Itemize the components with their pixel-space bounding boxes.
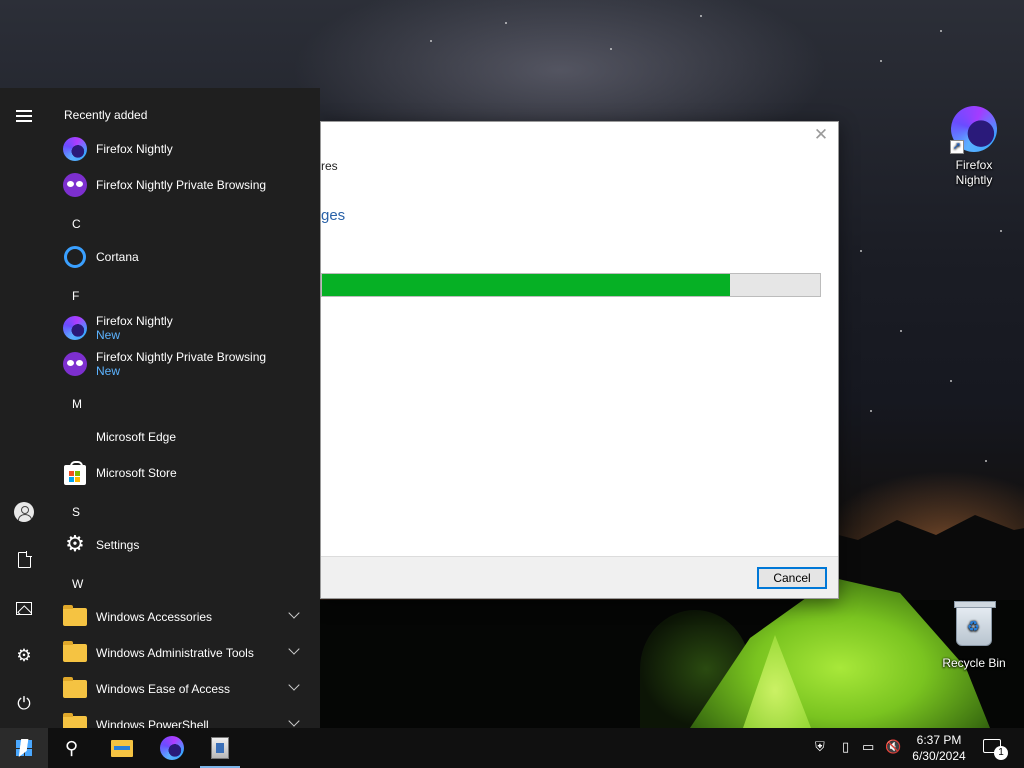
progress-bar-fill — [322, 274, 731, 296]
shortcut-arrow-icon: ➚ — [950, 140, 964, 154]
windows-security-icon[interactable]: ⛨ — [815, 740, 825, 756]
app-item-microsoft-store[interactable]: Microsoft Store — [62, 457, 312, 489]
app-item-label: Firefox Nightly Private Browsing — [96, 350, 267, 364]
group-letter-f[interactable]: F — [72, 289, 79, 303]
app-item-microsoft-edge[interactable]: Microsoft Edge — [62, 421, 312, 453]
documents-icon[interactable] — [0, 540, 48, 580]
firefox-private-icon — [62, 172, 88, 198]
dialog-heading: ges — [321, 207, 346, 224]
chevron-down-icon[interactable] — [288, 643, 300, 655]
firefox-nightly-icon — [62, 315, 88, 341]
recently-added-heading: Recently added — [64, 108, 148, 122]
edge-icon — [62, 424, 88, 450]
group-letter-m[interactable]: M — [72, 397, 82, 411]
app-item-firefox-nightly[interactable]: Firefox Nightly — [62, 133, 312, 165]
group-letter-c[interactable]: C — [72, 217, 81, 231]
app-item-firefox-nightly-private-new[interactable]: Firefox Nightly Private Browsing New — [62, 348, 312, 380]
firefox-nightly-icon — [160, 736, 184, 760]
desktop-icon-firefox-nightly[interactable]: ➚ Firefox Nightly — [934, 106, 1014, 188]
app-item-settings[interactable]: ⚙ Settings — [62, 529, 312, 561]
store-icon — [62, 460, 88, 486]
desktop-icon-label: Recycle Bin — [942, 656, 1006, 670]
start-menu: Recently added Firefox Nightly Firefox N… — [48, 88, 320, 728]
app-item-label: Firefox Nightly — [96, 142, 173, 156]
folder-icon — [62, 712, 88, 728]
clock-date: 6/30/2024 — [912, 749, 966, 763]
new-badge: New — [96, 328, 121, 342]
search-button[interactable]: ⚲ — [48, 728, 96, 768]
firefox-nightly-icon — [62, 136, 88, 162]
app-item-windows-ease-of-access[interactable]: Windows Ease of Access — [62, 673, 312, 705]
app-item-firefox-nightly-private[interactable]: Firefox Nightly Private Browsing — [62, 169, 312, 201]
app-item-cortana[interactable]: Cortana — [62, 241, 312, 273]
taskbar-installer[interactable] — [196, 728, 244, 768]
hamburger-menu-icon[interactable] — [0, 96, 48, 136]
action-center-button[interactable]: 1 — [980, 736, 1008, 760]
settings-icon[interactable]: ⚙ — [0, 636, 48, 676]
system-clock[interactable]: 6:37 PM 6/30/2024 — [904, 732, 974, 764]
taskbar-firefox-nightly[interactable] — [148, 728, 196, 768]
close-icon[interactable]: ✕ — [812, 126, 830, 144]
start-menu-rail: ⚙ ⏻ — [0, 88, 48, 728]
app-item-windows-accessories[interactable]: Windows Accessories — [62, 601, 312, 633]
group-letter-s[interactable]: S — [72, 505, 80, 519]
desktop-icon-label: Nightly — [955, 173, 993, 187]
network-icon[interactable]: ▭ — [862, 740, 874, 756]
desktop-icon-recycle-bin[interactable]: ♻ Recycle Bin — [934, 601, 1014, 671]
app-item-label: Windows Ease of Access — [96, 682, 231, 696]
folder-icon — [62, 676, 88, 702]
cortana-icon — [62, 244, 88, 270]
app-item-label: Windows Administrative Tools — [96, 646, 254, 660]
power-icon[interactable]: ⏻ — [0, 684, 48, 724]
app-item-windows-administrative-tools[interactable]: Windows Administrative Tools — [62, 637, 312, 669]
notification-count-badge: 1 — [994, 746, 1008, 760]
usb-device-icon[interactable]: ▯ — [842, 740, 849, 756]
volume-muted-icon[interactable]: 🔇 — [885, 740, 901, 756]
cancel-button[interactable]: Cancel — [757, 567, 827, 589]
app-item-label: Cortana — [96, 250, 139, 264]
folder-icon — [62, 604, 88, 630]
app-item-firefox-nightly-new[interactable]: Firefox Nightly New — [62, 312, 312, 344]
app-item-label: Firefox Nightly Private Browsing — [96, 178, 267, 192]
pictures-icon[interactable] — [0, 588, 48, 628]
folder-icon — [62, 640, 88, 666]
settings-icon: ⚙ — [65, 532, 85, 557]
installer-icon — [211, 737, 229, 759]
file-explorer-icon — [111, 739, 133, 757]
clock-time: 6:37 PM — [916, 733, 962, 747]
progress-bar — [321, 273, 821, 297]
app-item-label: Microsoft Edge — [96, 430, 177, 444]
user-account-icon[interactable] — [0, 492, 48, 532]
firefox-private-icon — [62, 351, 88, 377]
app-item-windows-powershell[interactable]: Windows PowerShell — [62, 709, 312, 728]
taskbar-file-explorer[interactable] — [98, 728, 146, 768]
group-letter-w[interactable]: W — [72, 577, 83, 591]
app-item-label: Settings — [96, 538, 140, 552]
taskbar: ⚲ ⛨ ▯ ▭ 🔇 6:37 PM 6/30/2024 1 — [0, 728, 1024, 768]
chevron-down-icon[interactable] — [288, 607, 300, 619]
app-item-label: Windows Accessories — [96, 610, 213, 624]
firefox-nightly-icon: ➚ — [950, 106, 998, 154]
setup-dialog: ✕ res ges Cancel — [320, 121, 839, 599]
new-badge: New — [96, 364, 121, 378]
app-item-label: Firefox Nightly — [96, 314, 173, 328]
chevron-down-icon[interactable] — [288, 715, 300, 727]
recycle-bin-icon: ♻ — [950, 601, 998, 652]
desktop-icon-label: Firefox — [955, 158, 993, 172]
chevron-down-icon[interactable] — [288, 679, 300, 691]
app-item-label: Microsoft Store — [96, 466, 177, 480]
app-item-label: Windows PowerShell — [96, 718, 209, 728]
dialog-status-text: res — [321, 159, 338, 173]
dialog-footer: Cancel — [321, 556, 838, 598]
search-icon: ⚲ — [65, 737, 79, 759]
